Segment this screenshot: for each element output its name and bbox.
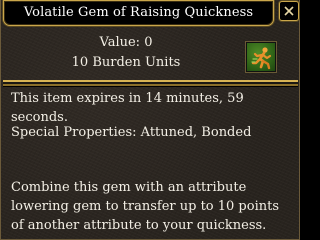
section-divider: [3, 80, 298, 86]
title-bar[interactable]: Volatile Gem of Raising Quickness: [3, 0, 274, 26]
item-value: Value: 0: [99, 35, 153, 50]
special-properties-text: Special Properties: Attuned, Bonded: [11, 125, 252, 140]
expiration-text: This item expires in 14 minutes, 59 seco…: [11, 91, 244, 125]
running-figure-gem-icon: [251, 47, 272, 70]
item-examine-panel: Volatile Gem of Raising Quickness Value:…: [0, 0, 300, 240]
item-title: Volatile Gem of Raising Quickness: [23, 5, 254, 20]
item-description: Combine this gem with an attribute lower…: [11, 180, 280, 233]
item-burden: 10 Burden Units: [71, 55, 181, 70]
item-icon[interactable]: [246, 42, 276, 72]
close-button[interactable]: [279, 1, 299, 21]
close-icon: [284, 6, 294, 16]
